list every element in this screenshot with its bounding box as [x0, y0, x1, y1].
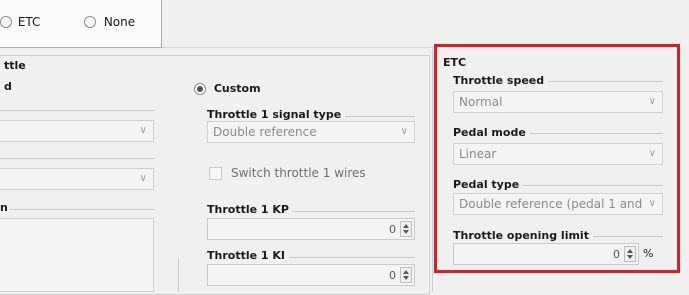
left-group-line-2 — [0, 158, 155, 159]
etc-radio[interactable]: ETC — [0, 14, 41, 29]
kp-title: Throttle 1 KP — [207, 203, 293, 216]
spin-arrows-icon[interactable] — [400, 267, 412, 283]
left-combo-2[interactable]: ∨ — [0, 168, 154, 190]
top-bar-background — [162, 0, 689, 48]
throttle-panel-subtitle: d — [4, 80, 12, 93]
left-list-box[interactable] — [0, 218, 154, 292]
switch-wires-label: Switch throttle 1 wires — [231, 166, 366, 180]
none-radio-button[interactable] — [84, 15, 96, 28]
spin-arrows-icon[interactable] — [400, 221, 412, 237]
switch-wires-checkbox[interactable] — [209, 167, 222, 180]
signal-type-title: Throttle 1 signal type — [207, 108, 346, 121]
etc-radio-label: ETC — [17, 14, 41, 29]
ki-spinbox[interactable]: 0 — [207, 264, 415, 286]
left-group-title-partial: n — [0, 201, 12, 214]
left-group-line-3 — [10, 209, 155, 210]
chevron-down-icon: ∨ — [139, 173, 147, 184]
chevron-down-icon: ∨ — [400, 126, 408, 137]
left-combo-1[interactable]: ∨ — [0, 120, 154, 142]
ki-value: 0 — [389, 269, 396, 282]
kp-value: 0 — [389, 223, 396, 236]
custom-radio-label: Custom — [213, 82, 261, 95]
custom-radio[interactable]: Custom — [194, 81, 261, 95]
custom-radio-button[interactable] — [194, 82, 206, 95]
kp-spinbox[interactable]: 0 — [207, 218, 415, 240]
signal-type-select[interactable]: Double reference ∨ — [207, 121, 415, 143]
none-radio-label: None — [103, 14, 136, 29]
column-divider — [178, 258, 179, 292]
left-group-line-1 — [0, 110, 155, 111]
etc-radio-button[interactable] — [0, 15, 12, 28]
none-radio[interactable]: None — [84, 14, 135, 29]
ki-title: Throttle 1 KI — [207, 249, 289, 262]
highlight-box — [434, 44, 680, 273]
signal-type-value: Double reference — [213, 125, 317, 139]
throttle-panel-title: ttle — [4, 59, 26, 72]
chevron-down-icon: ∨ — [139, 125, 147, 136]
